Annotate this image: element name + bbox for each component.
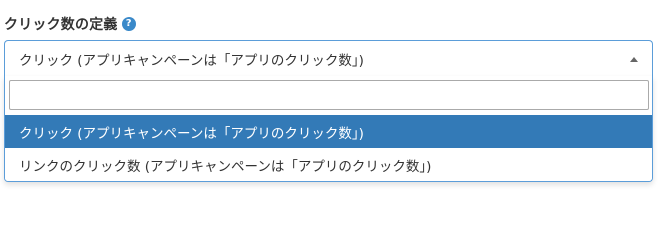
- field-label: クリック数の定義: [4, 17, 118, 33]
- search-wrapper: [9, 80, 649, 110]
- select-dropdown: クリック (アプリキャンペーンは「アプリのクリック数」) リンクのクリック数 (…: [4, 76, 653, 182]
- question-circle-icon[interactable]: ?: [121, 17, 136, 31]
- option-link-click[interactable]: リンクのクリック数 (アプリキャンペーンは「アプリのクリック数」): [5, 148, 652, 181]
- click-definition-select[interactable]: クリック (アプリキャンペーンは「アプリのクリック数」): [4, 40, 653, 76]
- field-header: クリック数の定義 ?: [4, 14, 136, 34]
- caret-up-icon[interactable]: [630, 57, 638, 62]
- search-input[interactable]: [9, 80, 649, 110]
- option-click[interactable]: クリック (アプリキャンペーンは「アプリのクリック数」): [5, 115, 652, 149]
- selected-value: クリック (アプリキャンペーンは「アプリのクリック数」): [19, 53, 364, 69]
